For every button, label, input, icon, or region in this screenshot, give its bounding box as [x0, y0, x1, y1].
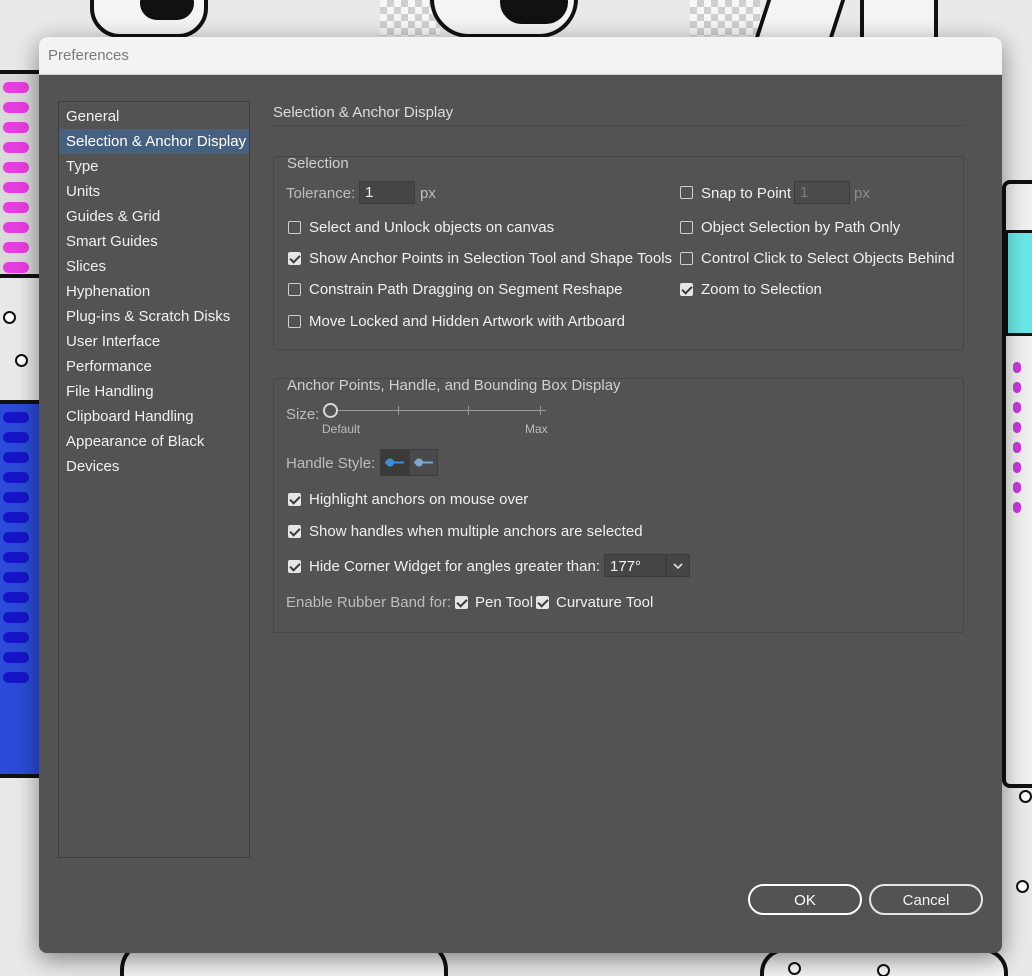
handle-style-solid-button[interactable] [380, 449, 409, 476]
selection-group-title: Selection [287, 155, 349, 172]
object-selection-path-checkbox[interactable] [680, 221, 693, 234]
tolerance-input[interactable] [359, 181, 415, 204]
anchor-group-title: Anchor Points, Handle, and Bounding Box … [287, 377, 621, 394]
background-dot [1019, 790, 1032, 803]
curvature-tool-label: Curvature Tool [556, 594, 654, 611]
snap-unit: px [854, 185, 870, 202]
handle-solid-icon [385, 458, 404, 467]
size-label: Size: [286, 406, 320, 423]
sidebar-item[interactable]: Clipboard Handling [59, 404, 249, 429]
background-dot [877, 964, 890, 976]
background-pattern [1010, 360, 1032, 660]
curvature-tool-checkbox[interactable] [536, 596, 549, 609]
background-shape [1005, 230, 1032, 336]
pen-tool-label: Pen Tool [475, 594, 534, 611]
select-unlock-label: Select and Unlock objects on canvas [309, 219, 555, 236]
constrain-path-label: Constrain Path Dragging on Segment Resha… [309, 281, 623, 298]
zoom-to-selection-label: Zoom to Selection [701, 281, 822, 298]
size-slider-knob[interactable] [323, 403, 338, 418]
background-pattern [0, 80, 38, 273]
size-slider-track [330, 410, 546, 411]
background-shape [140, 0, 194, 20]
tolerance-label: Tolerance: [286, 185, 356, 202]
chevron-down-icon[interactable] [666, 554, 690, 577]
zoom-to-selection-checkbox[interactable] [680, 283, 693, 296]
size-min-label: Default [322, 422, 361, 436]
background-checker [690, 0, 760, 36]
show-handles-label: Show handles when multiple anchors are s… [309, 523, 643, 540]
cancel-button[interactable]: Cancel [869, 884, 983, 915]
background-dot [15, 354, 28, 367]
anchor-display-group: Anchor Points, Handle, and Bounding Box … [273, 377, 964, 633]
highlight-anchors-label: Highlight anchors on mouse over [309, 491, 529, 508]
control-click-label: Control Click to Select Objects Behind [701, 250, 955, 267]
control-click-checkbox[interactable] [680, 252, 693, 265]
show-handles-checkbox[interactable] [288, 525, 301, 538]
background-dot [788, 962, 801, 975]
preferences-dialog: Preferences General Selection & Anchor Di… [39, 37, 1002, 953]
background-dot [1016, 880, 1029, 893]
angle-value[interactable]: 177° [604, 554, 666, 577]
sidebar-item[interactable]: Units [59, 179, 249, 204]
show-anchor-points-checkbox[interactable] [288, 252, 301, 265]
rubber-band-label: Enable Rubber Band for: [286, 594, 452, 611]
sidebar-item[interactable]: Performance [59, 354, 249, 379]
handle-hollow-icon [414, 458, 433, 467]
sidebar-item[interactable]: Selection & Anchor Display [59, 129, 249, 154]
highlight-anchors-checkbox[interactable] [288, 493, 301, 506]
preferences-content: Selection & Anchor Display Selection Tol… [273, 101, 965, 633]
object-selection-path-label: Object Selection by Path Only [701, 219, 901, 236]
snap-to-point-checkbox[interactable] [680, 186, 693, 199]
preferences-sidebar: General Selection & Anchor Display Type Uni… [58, 101, 250, 858]
hide-corner-widget-label: Hide Corner Widget for angles greater th… [309, 558, 600, 575]
sidebar-item[interactable]: File Handling [59, 379, 249, 404]
ok-button[interactable]: OK [748, 884, 862, 915]
sidebar-item[interactable]: General [59, 104, 249, 129]
dialog-title: Preferences [39, 37, 1002, 75]
move-locked-checkbox[interactable] [288, 315, 301, 328]
move-locked-label: Move Locked and Hidden Artwork with Artb… [309, 313, 626, 330]
sidebar-item[interactable]: Devices [59, 454, 249, 479]
select-unlock-checkbox[interactable] [288, 221, 301, 234]
size-slider-tick [398, 406, 399, 415]
sidebar-item[interactable]: Smart Guides [59, 229, 249, 254]
handle-style-label: Handle Style: [286, 455, 376, 472]
size-slider-tick [468, 406, 469, 415]
sidebar-item[interactable]: Guides & Grid [59, 204, 249, 229]
size-max-label: Max [525, 422, 548, 436]
sidebar-item[interactable]: Type [59, 154, 249, 179]
size-slider-tick [540, 406, 541, 415]
background-dot [3, 311, 16, 324]
sidebar-item[interactable]: Hyphenation [59, 279, 249, 304]
hide-corner-widget-checkbox[interactable] [288, 560, 301, 573]
selection-group: Selection Tolerance: px Snap to Point px… [273, 155, 964, 350]
pen-tool-checkbox[interactable] [455, 596, 468, 609]
handle-style-hollow-button[interactable] [409, 449, 438, 476]
sidebar-item[interactable]: User Interface [59, 329, 249, 354]
tolerance-unit: px [420, 185, 436, 202]
page-title: Selection & Anchor Display [273, 101, 965, 126]
show-anchor-points-label: Show Anchor Points in Selection Tool and… [309, 250, 673, 267]
sidebar-item[interactable]: Plug-ins & Scratch Disks [59, 304, 249, 329]
constrain-path-checkbox[interactable] [288, 283, 301, 296]
snap-to-point-label: Snap to Point [701, 185, 792, 202]
sidebar-item[interactable]: Appearance of Black [59, 429, 249, 454]
background-pattern [0, 410, 38, 760]
background-shape [500, 0, 568, 24]
sidebar-item[interactable]: Slices [59, 254, 249, 279]
snap-to-point-input[interactable] [794, 181, 850, 204]
